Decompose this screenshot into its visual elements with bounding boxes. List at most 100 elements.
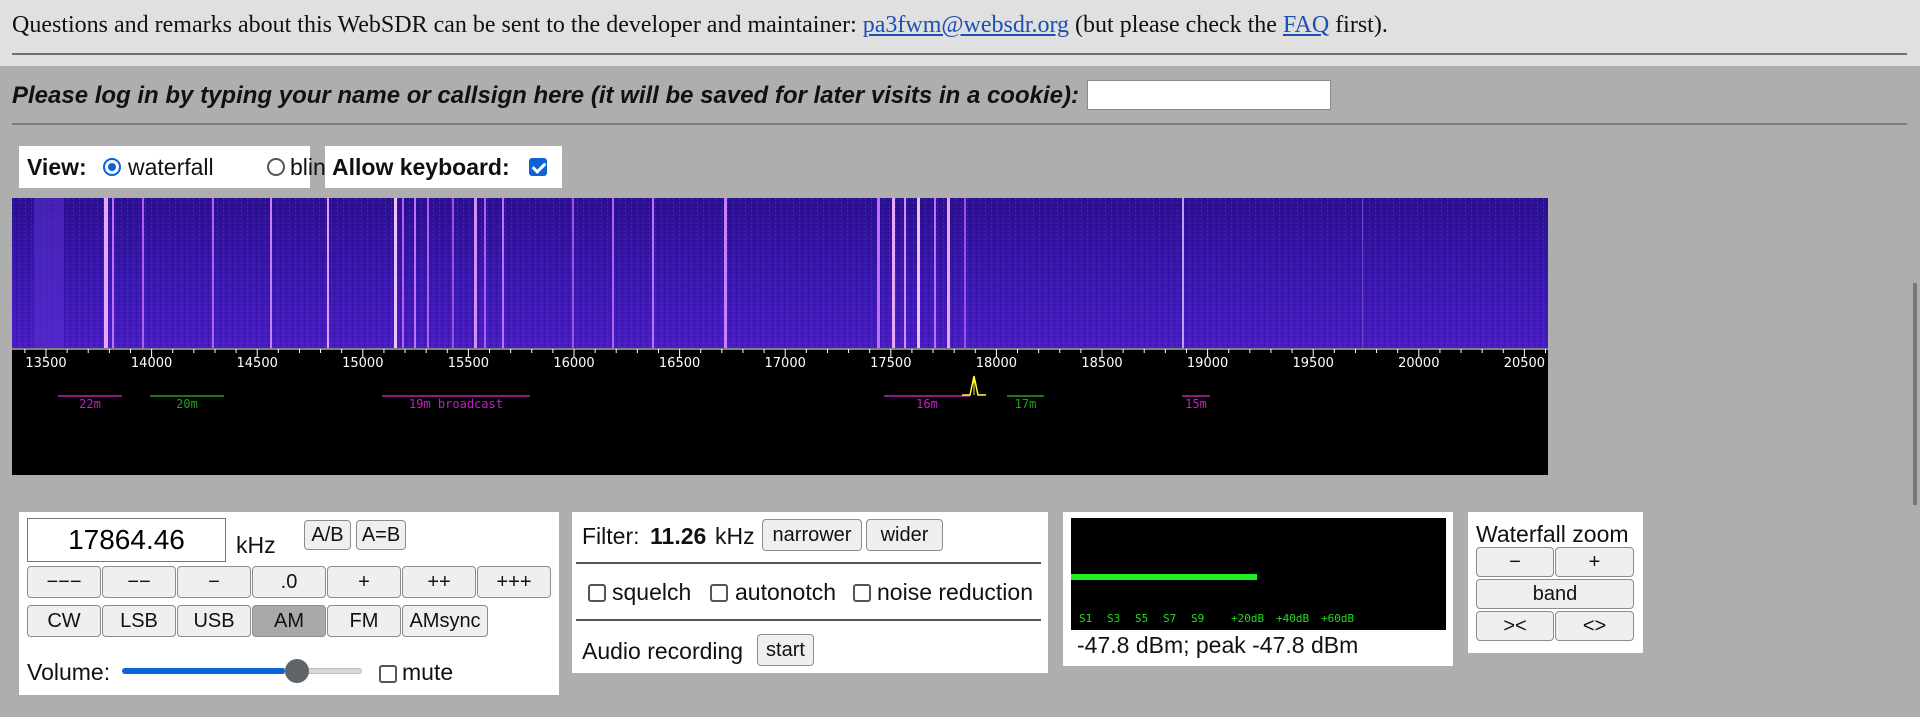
ab-button[interactable]: A/B — [304, 520, 351, 550]
notice-label: Questions and remarks about this WebSDR … — [12, 12, 863, 38]
login-prompt: Please log in by typing your name or cal… — [12, 82, 1079, 109]
keyboard-toggle: Allow keyboard: — [325, 146, 562, 188]
step-down-small-button[interactable]: − — [177, 566, 251, 598]
frequency-tick-label: 14000 — [131, 356, 172, 371]
band-label[interactable]: 16m — [916, 397, 938, 411]
smeter-scale-label: +20dB — [1231, 612, 1264, 625]
filter-panel: Filter: 11.26 kHz narrower wider squelch… — [572, 512, 1048, 673]
zoom-title: Waterfall zoom — [1476, 521, 1629, 547]
frequency-tick-label: 15500 — [448, 356, 489, 371]
step-down-medium-button[interactable]: −− — [102, 566, 176, 598]
step-down-large-button[interactable]: −−− — [27, 566, 101, 598]
divider — [576, 562, 1041, 564]
zoom-narrow-button[interactable]: >< — [1476, 611, 1554, 641]
volume-label: Volume: — [27, 659, 111, 685]
autonotch-label: autonotch — [735, 579, 837, 605]
frequency-tick-label: 18500 — [1081, 356, 1122, 371]
waterfall-svg: 13500 14000 14500 15000 15500 16000 16500 17000… — [12, 198, 1548, 475]
radio-waterfall[interactable] — [103, 158, 121, 176]
audio-recording-label: Audio recording — [582, 638, 744, 664]
mode-lsb-button[interactable]: LSB — [102, 605, 176, 637]
frequency-tick-label: 15000 — [342, 356, 383, 371]
zoom-out-button[interactable]: − — [1476, 547, 1554, 577]
frequency-input[interactable]: 17864.46 — [27, 518, 226, 562]
mute-checkbox[interactable] — [379, 665, 397, 683]
zoom-band-button[interactable]: band — [1476, 579, 1634, 609]
mode-fm-button[interactable]: FM — [327, 605, 401, 637]
frequency-tick-label: 16500 — [659, 356, 700, 371]
allow-keyboard-checkbox[interactable] — [529, 158, 547, 176]
autonotch-checkbox[interactable] — [710, 584, 728, 602]
filter-width-unit: kHz — [715, 523, 755, 549]
scrollbar-thumb[interactable] — [1913, 283, 1917, 505]
khz-unit: kHz — [236, 532, 276, 558]
filter-label: Filter: — [582, 523, 640, 549]
start-recording-button[interactable]: start — [757, 634, 814, 666]
filter-width-value: 11.26 — [650, 523, 707, 549]
waterfall-noise — [12, 198, 1548, 348]
step-up-small-button[interactable]: + — [327, 566, 401, 598]
frequency-tick-label: 16000 — [553, 356, 594, 371]
notice-text: Questions and remarks about this WebSDR … — [12, 12, 1388, 39]
notice-middle: (but please check the — [1069, 12, 1283, 38]
band-label[interactable]: 19m broadcast — [409, 397, 503, 411]
notice-end: first). — [1329, 12, 1388, 38]
waterfall-display[interactable]: 13500 14000 14500 15000 15500 16000 16500 17000… — [12, 198, 1548, 475]
frequency-tick-label: 13500 — [25, 356, 66, 371]
faq-link[interactable]: FAQ — [1283, 12, 1329, 38]
smeter-scale-label: S9 — [1191, 612, 1204, 625]
smeter-scale-label: +40dB — [1276, 612, 1309, 625]
signal-reading: -47.8 dBm; peak -47.8 dBm — [1077, 632, 1359, 658]
smeter-scale-label: S5 — [1135, 612, 1148, 625]
zoom-in-button[interactable]: + — [1555, 547, 1634, 577]
mode-cw-button[interactable]: CW — [27, 605, 101, 637]
narrower-button[interactable]: narrower — [762, 519, 862, 551]
volume-slider[interactable] — [122, 659, 362, 683]
squelch-checkbox[interactable] — [588, 584, 606, 602]
frequency-tick-label: 18000 — [976, 356, 1017, 371]
view-selector: View: waterfall blind — [19, 146, 339, 188]
frequency-tick-label: 19000 — [1187, 356, 1228, 371]
frequency-tick-label: 14500 — [237, 356, 278, 371]
signal-level-bar — [1071, 574, 1258, 580]
smeter-scale-label: S7 — [1163, 612, 1176, 625]
keyboard-label: Allow keyboard: — [332, 154, 510, 180]
frequency-tick-label: 20000 — [1398, 356, 1439, 371]
round-frequency-button[interactable]: .0 — [252, 566, 326, 598]
smeter-scale-label: +60dB — [1321, 612, 1354, 625]
notice-bar: Questions and remarks about this WebSDR … — [0, 0, 1920, 66]
noise-reduction-checkbox[interactable] — [853, 584, 871, 602]
a-equals-b-button[interactable]: A=B — [356, 520, 406, 550]
zoom-wide-button[interactable]: <> — [1555, 611, 1634, 641]
view-label: View: — [27, 154, 87, 180]
frequency-tick-label: 17000 — [765, 356, 806, 371]
frequency-tick-label: 19500 — [1293, 356, 1334, 371]
mute-label: mute — [402, 659, 454, 685]
wider-button[interactable]: wider — [866, 519, 943, 551]
mode-am-button[interactable]: AM — [252, 605, 326, 637]
waterfall-option-label: waterfall — [128, 154, 214, 180]
noise-reduction-label: noise reduction — [877, 579, 1033, 605]
frequency-tick-label: 17500 — [870, 356, 911, 371]
step-up-large-button[interactable]: +++ — [477, 566, 551, 598]
step-up-medium-button[interactable]: ++ — [402, 566, 476, 598]
callsign-input[interactable] — [1087, 80, 1331, 110]
frequency-tick-label: 20500 — [1504, 356, 1545, 371]
mode-usb-button[interactable]: USB — [177, 605, 251, 637]
radio-blind[interactable] — [267, 158, 285, 176]
email-link[interactable]: pa3fwm@websdr.org — [863, 12, 1069, 38]
smeter-panel: S1 S3 S5 S7 S9 +20dB +40dB +60dB -47.8 dBm; pea… — [1063, 512, 1453, 666]
band-label[interactable]: 20m — [176, 397, 198, 411]
smeter-display: S1 S3 S5 S7 S9 +20dB +40dB +60dB — [1071, 518, 1446, 630]
band-label[interactable]: 17m — [1015, 397, 1037, 411]
divider — [576, 619, 1041, 621]
band-label[interactable]: 22m — [79, 397, 101, 411]
squelch-label: squelch — [612, 579, 692, 605]
band-label[interactable]: 15m — [1185, 397, 1207, 411]
smeter-scale-label: S1 — [1079, 612, 1092, 625]
zoom-panel: Waterfall zoom − + band >< <> — [1468, 512, 1643, 653]
volume-thumb[interactable] — [285, 659, 310, 683]
volume-fill — [122, 668, 286, 674]
mode-amsync-button[interactable]: AMsync — [402, 605, 488, 637]
smeter-scale-label: S3 — [1107, 612, 1120, 625]
